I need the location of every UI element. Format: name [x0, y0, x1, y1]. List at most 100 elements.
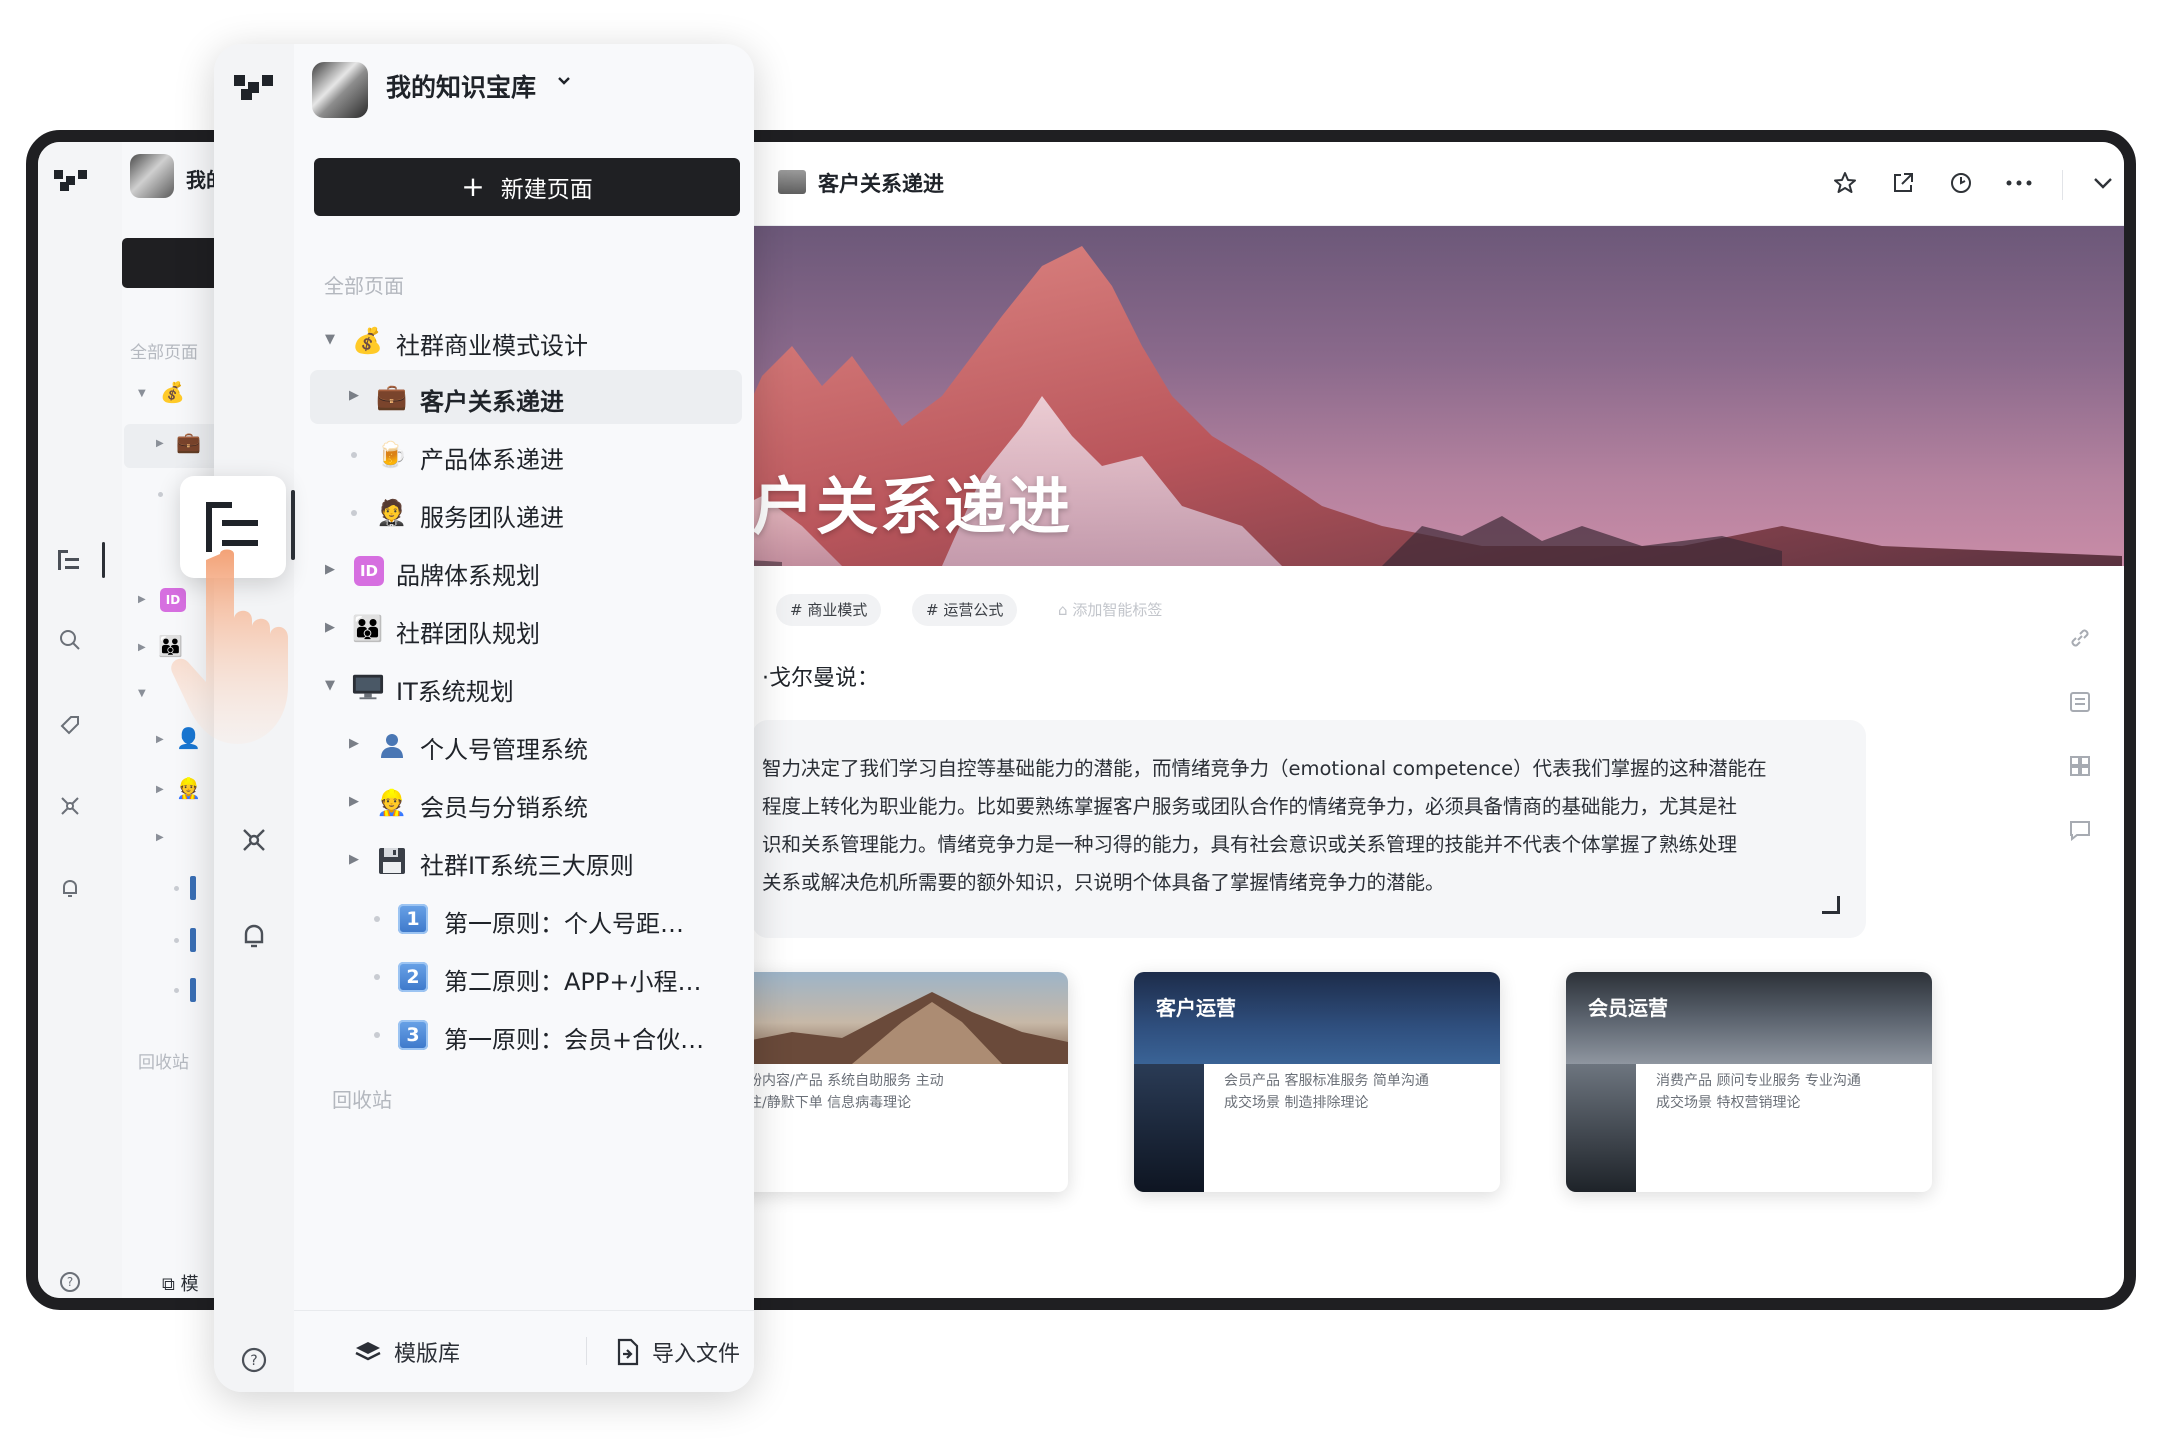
chevron-down-icon[interactable] — [554, 70, 580, 96]
bg-icon-rail: ? — [38, 142, 122, 1298]
tree-item-customer-relations[interactable]: ▶ 💼 客户关系递进 — [310, 370, 742, 424]
open-external-icon[interactable] — [1884, 164, 1922, 202]
tree-item-member-distribution[interactable]: ▶ 👷 会员与分销系统 — [310, 776, 742, 830]
tree-item-three-principles[interactable]: ▶ 社群IT系统三大原则 — [310, 834, 742, 888]
toc-icon[interactable] — [56, 546, 84, 574]
tree-dot — [351, 510, 357, 516]
svg-text:?: ? — [67, 1275, 73, 1289]
workspace-avatar[interactable] — [130, 154, 174, 198]
import-file-button[interactable]: 导入文件 — [616, 1333, 740, 1371]
collapse-arrow-icon[interactable]: ▶ — [156, 832, 164, 843]
expand-arrow-icon[interactable]: ▼ — [138, 388, 146, 399]
templates-label: 模版库 — [394, 1342, 461, 1367]
collapse-arrow-icon[interactable]: ▶ — [348, 389, 360, 403]
banner-title: 户关系递进 — [752, 470, 1073, 543]
quote-intro: ·戈尔曼说： — [762, 666, 879, 691]
keycap-icon — [190, 928, 196, 952]
quote-line: 识和关系管理能力。情绪竞争力是一种习得的能力，具有社会意识或关系管理的技能并不代… — [762, 833, 1738, 856]
computer-icon — [352, 671, 384, 703]
tag-chip[interactable]: # 运营公式 — [912, 594, 1018, 626]
tag-chip[interactable]: # 商业模式 — [776, 594, 882, 626]
card-title: 会员运营 — [1588, 996, 1668, 1020]
recycle-bin-link[interactable]: 回收站 — [332, 1084, 392, 1113]
content-card[interactable]: 客户运营 会员产品 客服标准服务 简单沟通 成交场景 制造排除理论 — [1134, 972, 1500, 1192]
tree-item-label: 品牌体系规划 — [396, 562, 540, 590]
import-label: 导入文件 — [652, 1342, 741, 1367]
help-icon[interactable]: ? — [56, 1268, 84, 1296]
star-icon[interactable] — [1826, 164, 1864, 202]
tree-item-it-system[interactable]: ▼ IT系统规划 — [310, 660, 742, 714]
tree-item-label: 会员与分销系统 — [420, 794, 588, 822]
history-icon[interactable] — [1942, 164, 1980, 202]
collapse-arrow-icon[interactable]: ▶ — [348, 737, 360, 751]
resize-corner-icon[interactable] — [1822, 896, 1840, 914]
waiter-icon: 🤵 — [376, 498, 408, 527]
card-body-line: 关注/静默下单 信息病毒理论 — [734, 1095, 912, 1111]
expand-arrow-icon[interactable]: ▼ — [324, 333, 336, 347]
tree-item-product-system[interactable]: 🍺 产品体系递进 — [310, 428, 742, 482]
outline-icon[interactable] — [2064, 686, 2096, 718]
bell-icon[interactable] — [234, 916, 274, 956]
tree-dot — [374, 974, 380, 980]
tree-item-community-team[interactable]: ▶ 👪 社群团队规划 — [310, 602, 742, 656]
card-body-line: 消费产品 顾问专业服务 专业沟通 — [1656, 1073, 1861, 1089]
workspace-avatar[interactable] — [312, 62, 368, 118]
search-icon[interactable] — [56, 626, 84, 654]
tree-item-label: 第一原则：个人号距… — [444, 910, 684, 938]
card-body-line: 吸粉内容/产品 系统自助服务 主动 — [734, 1073, 944, 1089]
floppy-icon — [376, 845, 408, 877]
graph-icon[interactable] — [234, 820, 274, 860]
money-bag-icon: 💰 — [160, 380, 185, 404]
tag-icon[interactable] — [56, 710, 84, 738]
add-tag-button[interactable]: ⌂ 添加智能标签 — [1058, 594, 1162, 626]
tree-dot — [158, 492, 163, 497]
tree-item-label: 服务团队递进 — [420, 504, 564, 532]
document-title: 客户关系递进 — [818, 172, 944, 196]
tree-item-principle-2[interactable]: 2 第二原则：APP+小程… — [310, 950, 742, 1004]
collapse-arrow-icon[interactable]: ▶ — [156, 734, 164, 745]
person-icon — [376, 729, 408, 761]
tree-item-brand-system[interactable]: ▶ ID 品牌体系规划 — [310, 544, 742, 598]
expand-arrow-icon[interactable]: ▼ — [138, 688, 146, 699]
bell-icon[interactable] — [56, 874, 84, 902]
layers-icon — [355, 1342, 381, 1361]
content-card[interactable]: 吸粉内容/产品 系统自助服务 主动 关注/静默下单 信息病毒理论 — [702, 972, 1068, 1192]
tree-item-social-business[interactable]: ▼ 💰 社群商业模式设计 — [310, 314, 742, 368]
graph-icon[interactable] — [56, 792, 84, 820]
content-card[interactable]: 会员运营 消费产品 顾问专业服务 专业沟通 成交场景 特权营销理论 — [1566, 972, 1932, 1192]
collapse-arrow-icon[interactable]: ▶ — [156, 784, 164, 795]
tree-item-principle-3[interactable]: 3 第一原则：会员+合伙… — [310, 1008, 742, 1062]
all-pages-label: 全部页面 — [324, 274, 404, 298]
help-icon[interactable]: ? — [234, 1340, 274, 1380]
add-tag-label: 添加智能标签 — [1072, 601, 1163, 619]
collapse-arrow-icon[interactable]: ▶ — [138, 594, 146, 605]
collapse-arrow-icon[interactable]: ▶ — [348, 795, 360, 809]
app-logo-icon[interactable] — [234, 68, 274, 108]
tree-item-label: 第二原则：APP+小程… — [444, 968, 702, 996]
collapse-arrow-icon[interactable]: ▶ — [348, 853, 360, 867]
templates-button[interactable]: 模版库 — [354, 1333, 460, 1371]
new-page-button[interactable]: + 新建页面 — [314, 158, 740, 216]
templates-button[interactable]: ⧉ 模 — [162, 1270, 199, 1296]
tree-item-label: 第一原则：会员+合伙… — [444, 1026, 705, 1054]
recycle-label[interactable]: 回收站 — [138, 1048, 189, 1073]
collapse-arrow-icon[interactable]: ▶ — [138, 642, 146, 653]
quote-line: 关系或解决危机所需要的额外知识，只说明个体具备了掌握情绪竞争力的潜能。 — [762, 871, 1445, 894]
collapse-arrow-icon[interactable]: ▶ — [156, 438, 164, 449]
comment-icon[interactable] — [2064, 814, 2096, 846]
chevron-down-icon[interactable] — [2084, 164, 2122, 202]
briefcase-icon: 💼 — [376, 382, 408, 411]
keycap-2-icon: 2 — [398, 962, 428, 992]
more-icon[interactable] — [2000, 164, 2038, 202]
hand-pointer-icon — [171, 549, 288, 744]
quote-line: 智力决定了我们学习自控等基础能力的潜能，而情绪竞争力（emotional com… — [762, 757, 1767, 780]
tree-item-principle-1[interactable]: 1 第一原则：个人号距… — [310, 892, 742, 946]
id-icon: ID — [354, 556, 384, 586]
link-icon[interactable] — [2064, 622, 2096, 654]
card-body-line: 会员产品 客服标准服务 简单沟通 — [1224, 1073, 1429, 1089]
workspace-name[interactable]: 我的知识宝库 — [386, 68, 536, 104]
layout-icon[interactable] — [2064, 750, 2096, 782]
tree-item-personal-account[interactable]: ▶ 个人号管理系统 — [310, 718, 742, 772]
tree-item-service-team[interactable]: 🤵 服务团队递进 — [310, 486, 742, 540]
plus-icon: + — [461, 170, 485, 203]
